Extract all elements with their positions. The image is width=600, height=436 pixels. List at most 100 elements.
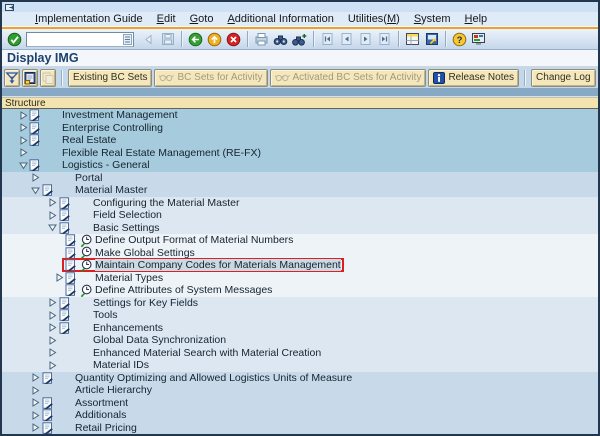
tree-item-label[interactable]: Additionals: [75, 409, 126, 421]
expander-collapsed-icon[interactable]: [31, 373, 40, 382]
expander-collapsed-icon[interactable]: [19, 148, 28, 157]
tree-item-label[interactable]: Define Output Format of Material Numbers: [95, 234, 293, 246]
tree-row[interactable]: Maintain Company Codes for Materials Man…: [2, 259, 598, 272]
doc-icon[interactable]: [59, 322, 70, 334]
next-page-button[interactable]: [356, 30, 375, 49]
save-button[interactable]: [158, 30, 177, 49]
expander-collapsed-icon[interactable]: [48, 211, 57, 220]
activated-bc-sets-for-activity-button[interactable]: Activated BC Sets for Activity: [270, 69, 427, 87]
activity-icon[interactable]: [80, 259, 92, 272]
tree-item-label[interactable]: Material Master: [75, 184, 147, 196]
shortcut-button[interactable]: [422, 30, 441, 49]
tree-row[interactable]: Enhancements: [2, 322, 598, 335]
expander-collapsed-icon[interactable]: [31, 173, 40, 182]
prev-item-button[interactable]: [139, 30, 158, 49]
back-button[interactable]: [186, 30, 205, 49]
tree-item-label[interactable]: Logistics - General: [62, 159, 150, 171]
tree-item-label[interactable]: Portal: [75, 172, 102, 184]
tree-item-label[interactable]: Assortment: [75, 397, 128, 409]
tree-item-label[interactable]: Enterprise Controlling: [62, 122, 163, 134]
doc-icon[interactable]: [65, 259, 76, 271]
tree-item-label[interactable]: Enhanced Material Search with Material C…: [93, 347, 321, 359]
doc-icon[interactable]: [29, 134, 40, 146]
menu-item-goto[interactable]: Goto: [183, 12, 221, 26]
tree-item-label[interactable]: Retail Pricing: [75, 422, 137, 434]
tree-item-label[interactable]: Settings for Key Fields: [93, 297, 198, 309]
cancel-button[interactable]: [224, 30, 243, 49]
expander-collapsed-icon[interactable]: [55, 273, 64, 282]
doc-icon[interactable]: [59, 309, 70, 321]
tree-row[interactable]: Portal: [2, 172, 598, 185]
expander-collapsed-icon[interactable]: [19, 123, 28, 132]
menu-item-edit[interactable]: Edit: [150, 12, 183, 26]
tree-item-label[interactable]: Flexible Real Estate Management (RE-FX): [62, 147, 261, 159]
bc-sets-for-activity-button[interactable]: BC Sets for Activity: [154, 69, 267, 87]
tree-item-label[interactable]: Basic Settings: [93, 222, 160, 234]
tree-item-label[interactable]: Article Hierarchy: [75, 384, 152, 396]
menu-item-help[interactable]: Help: [458, 12, 495, 26]
tree-item-label[interactable]: Tools: [93, 309, 118, 321]
expander-collapsed-icon[interactable]: [48, 198, 57, 207]
tree-row[interactable]: Enhanced Material Search with Material C…: [2, 347, 598, 360]
tree-item-label[interactable]: Investment Management: [62, 109, 178, 121]
tree-item-label[interactable]: Maintain Company Codes for Materials Man…: [95, 259, 341, 271]
expander-expanded-icon[interactable]: [19, 161, 28, 170]
tree-row[interactable]: Enterprise Controlling: [2, 122, 598, 135]
expander-collapsed-icon[interactable]: [31, 423, 40, 432]
doc-icon[interactable]: [42, 422, 53, 434]
activity-icon[interactable]: [80, 284, 92, 297]
tree-item-label[interactable]: Field Selection: [93, 209, 162, 221]
print-button[interactable]: [252, 30, 271, 49]
sap-window-icon[interactable]: [5, 3, 15, 11]
expander-collapsed-icon[interactable]: [48, 311, 57, 320]
copy-button[interactable]: [40, 69, 56, 87]
doc-icon[interactable]: [65, 272, 76, 284]
enter-button[interactable]: [5, 30, 24, 49]
tree-item-label[interactable]: Quantity Optimizing and Allowed Logistic…: [75, 372, 352, 384]
expander-collapsed-icon[interactable]: [31, 411, 40, 420]
tree-row[interactable]: Global Data Synchronization: [2, 334, 598, 347]
tree-row[interactable]: Real Estate: [2, 134, 598, 147]
find-button[interactable]: [271, 30, 290, 49]
new-session-button[interactable]: [403, 30, 422, 49]
expander-expanded-icon[interactable]: [48, 223, 57, 232]
cmd-drop-icon[interactable]: [123, 34, 132, 45]
command-field[interactable]: [26, 32, 134, 47]
tree-item-label[interactable]: Global Data Synchronization: [93, 334, 226, 346]
last-page-button[interactable]: [375, 30, 394, 49]
expander-collapsed-icon[interactable]: [48, 336, 57, 345]
doc-icon[interactable]: [65, 284, 76, 296]
doc-icon[interactable]: [59, 209, 70, 221]
prev-page-button[interactable]: [337, 30, 356, 49]
find-next-button[interactable]: [290, 30, 309, 49]
doc-icon[interactable]: [59, 297, 70, 309]
tree-row[interactable]: Material IDs: [2, 359, 598, 372]
tree-item-label[interactable]: Define Attributes of System Messages: [95, 284, 272, 296]
doc-icon[interactable]: [59, 222, 70, 234]
expander-collapsed-icon[interactable]: [48, 323, 57, 332]
tree-row[interactable]: Tools: [2, 309, 598, 322]
tree-row[interactable]: Define Attributes of System Messages: [2, 284, 598, 297]
tree-row[interactable]: Investment Management: [2, 109, 598, 122]
help-button[interactable]: ?: [450, 30, 469, 49]
tree-row[interactable]: Settings for Key Fields: [2, 297, 598, 310]
doc-icon[interactable]: [65, 247, 76, 259]
expander-collapsed-icon[interactable]: [48, 348, 57, 357]
expander-collapsed-icon[interactable]: [31, 386, 40, 395]
doc-icon[interactable]: [42, 372, 53, 384]
position-button[interactable]: [4, 69, 20, 87]
tree-row[interactable]: Quantity Optimizing and Allowed Logistic…: [2, 372, 598, 385]
tree-row[interactable]: Field Selection: [2, 209, 598, 222]
expander-collapsed-icon[interactable]: [48, 361, 57, 370]
tree-row[interactable]: Configuring the Material Master: [2, 197, 598, 210]
expander-collapsed-icon[interactable]: [19, 136, 28, 145]
tree-item-label[interactable]: Enhancements: [93, 322, 163, 334]
expander-expanded-icon[interactable]: [31, 186, 40, 195]
doc-icon[interactable]: [42, 184, 53, 196]
tree-item-label[interactable]: Material Types: [95, 272, 163, 284]
tree-item-label[interactable]: Configuring the Material Master: [93, 197, 239, 209]
first-page-button[interactable]: [318, 30, 337, 49]
change-log-button[interactable]: Change Log: [531, 69, 596, 87]
tree-row[interactable]: Material Master: [2, 184, 598, 197]
tree-row[interactable]: Flexible Real Estate Management (RE-FX): [2, 147, 598, 160]
